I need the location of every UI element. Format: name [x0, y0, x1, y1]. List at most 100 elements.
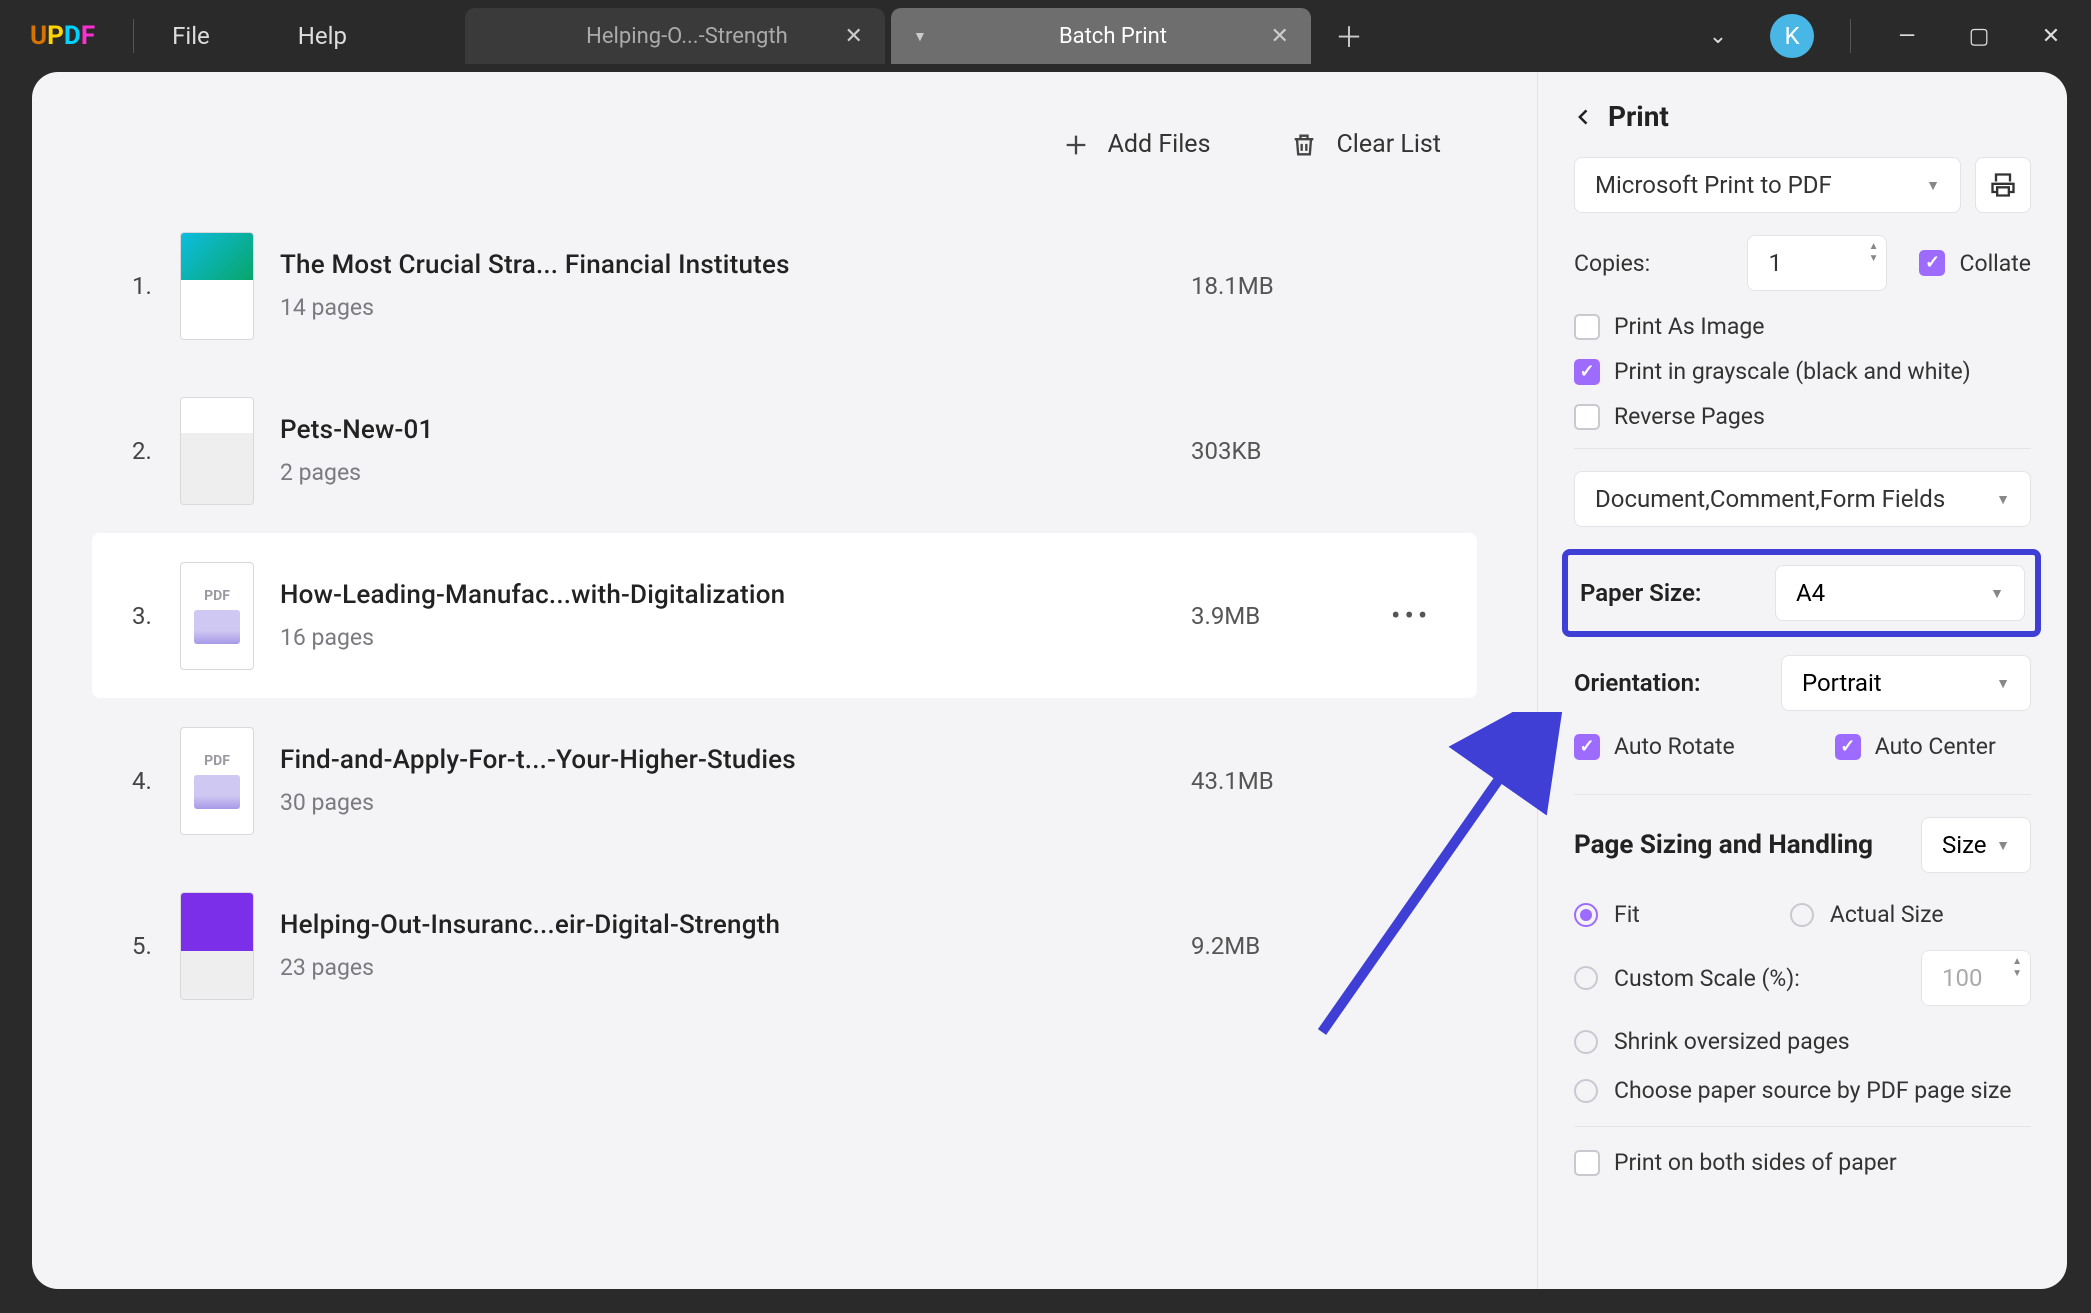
reverse-label: Reverse Pages: [1614, 403, 1765, 430]
checkbox-icon: [1919, 250, 1945, 276]
close-icon[interactable]: ✕: [845, 24, 863, 49]
copies-label: Copies:: [1574, 250, 1650, 277]
checkbox-icon: [1574, 359, 1600, 385]
file-size: 3.9MB: [1191, 602, 1391, 630]
more-icon[interactable]: •••: [1391, 599, 1447, 632]
file-thumbnail: PDF: [180, 727, 254, 835]
tab-label: Batch Print: [1059, 24, 1167, 49]
file-title: Find-and-Apply-For-t...-Your-Higher-Stud…: [280, 745, 1191, 775]
auto-rotate-label: Auto Rotate: [1614, 733, 1735, 760]
close-icon[interactable]: ✕: [1271, 24, 1289, 49]
file-size: 303KB: [1191, 437, 1391, 465]
plus-icon: [1062, 131, 1090, 159]
choose-source-radio[interactable]: Choose paper source by PDF page size: [1574, 1077, 2031, 1104]
collate-checkbox[interactable]: Collate: [1919, 250, 2031, 277]
fit-radio[interactable]: Fit: [1574, 901, 1640, 928]
caret-down-icon: ▼: [1990, 585, 2004, 602]
paper-size-highlight: Paper Size: A4 ▼: [1562, 549, 2041, 637]
spin-down-icon[interactable]: ▼: [2012, 969, 2022, 979]
avatar[interactable]: K: [1770, 14, 1814, 58]
shrink-label: Shrink oversized pages: [1614, 1028, 1850, 1055]
file-info: Pets-New-01 2 pages: [280, 415, 1191, 486]
sizing-mode-select[interactable]: Size ▼: [1921, 817, 2031, 873]
maximize-button[interactable]: ▢: [1959, 24, 1999, 49]
auto-rotate-checkbox[interactable]: Auto Rotate: [1574, 733, 1735, 760]
divider: [1574, 448, 2031, 449]
grayscale-label: Print in grayscale (black and white): [1614, 358, 1971, 385]
print-title: Print: [1608, 100, 1669, 133]
both-sides-checkbox[interactable]: Print on both sides of paper: [1574, 1149, 2031, 1176]
file-pages: 2 pages: [280, 459, 1191, 486]
menu-help[interactable]: Help: [298, 22, 347, 50]
clear-list-button[interactable]: Clear List: [1290, 130, 1441, 159]
choose-source-label: Choose paper source by PDF page size: [1614, 1077, 2011, 1104]
file-size: 18.1MB: [1191, 272, 1391, 300]
list-toolbar: Add Files Clear List: [92, 102, 1477, 203]
print-as-image-checkbox[interactable]: Print As Image: [1574, 313, 2031, 340]
trash-icon: [1290, 131, 1318, 159]
paper-size-select[interactable]: A4 ▼: [1775, 565, 2025, 621]
file-row[interactable]: 5.Helping-Out-Insuranc...eir-Digital-Str…: [92, 863, 1477, 1028]
orientation-label: Orientation:: [1574, 669, 1701, 697]
tab-batch-print[interactable]: ▼ Batch Print ✕: [891, 8, 1311, 64]
radio-icon: [1790, 903, 1814, 927]
custom-scale-label: Custom Scale (%):: [1614, 965, 1800, 992]
file-row[interactable]: 4.PDFFind-and-Apply-For-t...-Your-Higher…: [92, 698, 1477, 863]
tab-document[interactable]: Helping-O...-Strength ✕: [465, 8, 885, 64]
print-button[interactable]: [1975, 157, 2031, 213]
file-thumbnail: [180, 892, 254, 1000]
radio-icon: [1574, 1030, 1598, 1054]
actual-size-label: Actual Size: [1830, 901, 1944, 928]
checkbox-icon: [1574, 734, 1600, 760]
printer-select[interactable]: Microsoft Print to PDF ▼: [1574, 157, 1961, 213]
auto-center-checkbox[interactable]: Auto Center: [1835, 733, 1996, 760]
file-title: Pets-New-01: [280, 415, 1191, 445]
file-index: 1.: [132, 272, 180, 300]
add-files-button[interactable]: Add Files: [1062, 130, 1211, 159]
caret-down-icon: ▼: [1996, 491, 2010, 508]
menu-file[interactable]: File: [172, 22, 210, 50]
actual-size-radio[interactable]: Actual Size: [1790, 901, 1944, 928]
reverse-pages-checkbox[interactable]: Reverse Pages: [1574, 403, 2031, 430]
both-sides-label: Print on both sides of paper: [1614, 1149, 1897, 1176]
file-row[interactable]: 3.PDFHow-Leading-Manufac...with-Digitali…: [92, 533, 1477, 698]
caret-down-icon: ▼: [1996, 837, 2010, 854]
file-pages: 23 pages: [280, 954, 1191, 981]
file-row[interactable]: 2.Pets-New-012 pages303KB•••: [92, 368, 1477, 533]
chevron-down-icon[interactable]: ▼: [913, 28, 927, 45]
custom-scale-input[interactable]: 100 ▲▼: [1921, 950, 2031, 1006]
new-tab-button[interactable]: ＋: [1335, 16, 1363, 56]
printer-icon: [1989, 171, 2017, 199]
spin-up-icon[interactable]: ▲: [1869, 242, 1879, 252]
minimize-button[interactable]: ―: [1887, 24, 1927, 49]
chevron-down-icon[interactable]: ⌄: [1698, 24, 1738, 49]
file-title: Helping-Out-Insuranc...eir-Digital-Stren…: [280, 910, 1191, 940]
sizing-mode-value: Size: [1942, 831, 1987, 859]
content-select[interactable]: Document,Comment,Form Fields ▼: [1574, 471, 2031, 527]
close-button[interactable]: ✕: [2031, 24, 2071, 49]
checkbox-icon: [1574, 1150, 1600, 1176]
back-icon[interactable]: [1574, 107, 1594, 127]
spin-up-icon[interactable]: ▲: [2012, 957, 2022, 967]
file-pages: 16 pages: [280, 624, 1191, 651]
print-as-image-label: Print As Image: [1614, 313, 1764, 340]
checkbox-icon: [1574, 404, 1600, 430]
shrink-radio[interactable]: Shrink oversized pages: [1574, 1028, 2031, 1055]
titlebar: UPDF File Help Helping-O...-Strength ✕ ▼…: [0, 0, 2091, 72]
grayscale-checkbox[interactable]: Print in grayscale (black and white): [1574, 358, 2031, 385]
file-thumbnail: PDF: [180, 562, 254, 670]
divider: [1574, 794, 2031, 795]
separator: [1850, 19, 1851, 53]
file-row[interactable]: 1. The Most Crucial Stra... Financial Ins…: [92, 203, 1477, 368]
separator: [133, 19, 134, 53]
titlebar-right: ⌄ K ― ▢ ✕: [1698, 14, 2071, 58]
orientation-select[interactable]: Portrait ▼: [1781, 655, 2031, 711]
file-info: The Most Crucial Stra... Financial Insti…: [280, 250, 1191, 321]
add-files-label: Add Files: [1108, 130, 1211, 159]
spin-down-icon[interactable]: ▼: [1869, 254, 1879, 264]
copies-input[interactable]: 1 ▲▼: [1747, 235, 1887, 291]
custom-scale-radio[interactable]: Custom Scale (%): 100 ▲▼: [1574, 950, 2031, 1006]
paper-size-label: Paper Size:: [1580, 579, 1701, 607]
radio-icon: [1574, 903, 1598, 927]
file-info: Find-and-Apply-For-t...-Your-Higher-Stud…: [280, 745, 1191, 816]
